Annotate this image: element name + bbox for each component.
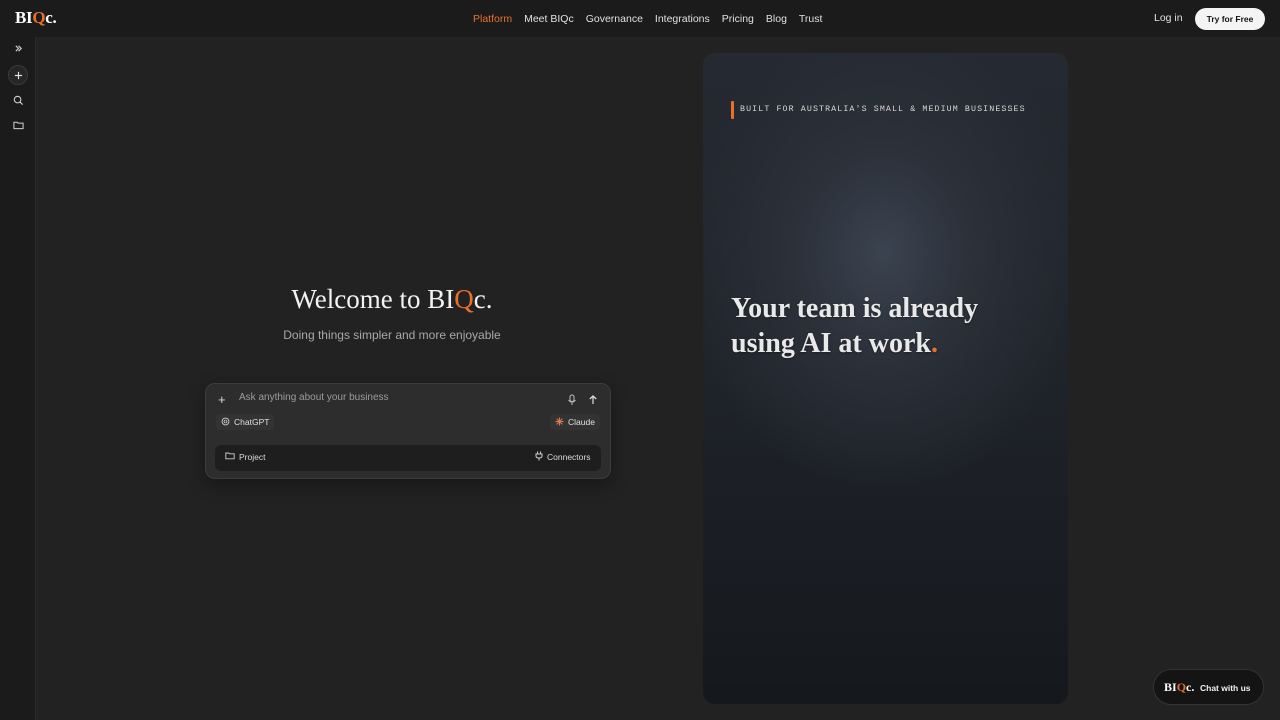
ask-input[interactable]: Ask anything about your business <box>239 392 389 403</box>
logo-text-prefix: BI <box>15 8 33 27</box>
left-sidebar-rail <box>0 37 36 720</box>
tagline-accent-bar <box>731 101 734 119</box>
headline-line-1: Your team is already <box>731 293 979 324</box>
plug-icon <box>535 451 543 463</box>
headline-accent-dot: . <box>930 328 938 359</box>
connectors-button[interactable]: Connectors <box>535 451 590 463</box>
chatgpt-label: ChatGPT <box>234 417 270 427</box>
main-nav: Platform Meet BIQc Governance Integratio… <box>473 0 822 37</box>
connectors-label: Connectors <box>547 452 591 462</box>
nav-item-governance[interactable]: Governance <box>586 13 643 25</box>
new-chat-plus-icon[interactable] <box>8 65 28 85</box>
login-link[interactable]: Log in <box>1154 12 1183 24</box>
composer-footer: Project Connectors <box>215 445 601 471</box>
microphone-icon[interactable] <box>566 393 578 405</box>
welcome-subtitle: Doing things simpler and more enjoyable <box>283 328 501 342</box>
chat-with-us-label: Chat with us <box>1200 683 1251 693</box>
expand-chevrons-icon[interactable] <box>8 38 28 58</box>
chat-logo-suffix: c. <box>1186 680 1195 694</box>
welcome-text-prefix: Welcome to BI <box>291 284 455 314</box>
project-label: Project <box>239 451 266 462</box>
chat-composer: + Ask anything about your business ChatG… <box>205 383 611 479</box>
attach-plus-icon[interactable]: + <box>218 392 226 407</box>
nav-item-blog[interactable]: Blog <box>766 13 787 25</box>
folder-icon[interactable] <box>8 115 28 135</box>
folder-icon <box>225 451 235 462</box>
chat-widget-logo: BIQc. <box>1164 680 1194 695</box>
top-navbar: BIQc. Platform Meet BIQc Governance Inte… <box>0 0 1280 37</box>
logo-text-q: Q <box>32 8 46 27</box>
chat-logo-prefix: BI <box>1164 680 1177 694</box>
nav-item-trust[interactable]: Trust <box>799 13 823 25</box>
claude-sparkle-icon <box>555 416 564 428</box>
logo-text-suffix: c. <box>45 8 57 27</box>
claude-model-chip[interactable]: Claude <box>550 414 600 430</box>
welcome-heading: Welcome to BIQc. <box>205 284 579 315</box>
nav-item-integrations[interactable]: Integrations <box>655 13 710 25</box>
chat-logo-q: Q <box>1176 680 1187 694</box>
project-button[interactable]: Project <box>225 451 265 462</box>
send-arrow-icon[interactable] <box>587 393 599 405</box>
welcome-text-suffix: c. <box>473 284 493 314</box>
chat-with-us-widget[interactable]: BIQc. Chat with us <box>1153 669 1264 705</box>
card-headline: Your team is already using AI at work. <box>731 291 1031 361</box>
brand-logo[interactable]: BIQc. <box>15 8 57 28</box>
claude-label: Claude <box>568 417 595 427</box>
try-for-free-button[interactable]: Try for Free <box>1195 8 1265 30</box>
search-icon[interactable] <box>8 90 28 110</box>
nav-item-pricing[interactable]: Pricing <box>722 13 754 25</box>
welcome-text-q: Q <box>454 284 474 314</box>
chatgpt-icon <box>221 417 230 428</box>
chatgpt-model-chip[interactable]: ChatGPT <box>216 414 275 430</box>
nav-item-meet-biqc[interactable]: Meet BIQc <box>524 13 574 25</box>
nav-item-platform[interactable]: Platform <box>473 13 512 25</box>
card-tagline: BUILT FOR AUSTRALIA'S SMALL & MEDIUM BUS… <box>740 105 1026 114</box>
headline-line-2: using AI at work <box>731 328 931 359</box>
promo-card: BUILT FOR AUSTRALIA'S SMALL & MEDIUM BUS… <box>703 53 1068 704</box>
